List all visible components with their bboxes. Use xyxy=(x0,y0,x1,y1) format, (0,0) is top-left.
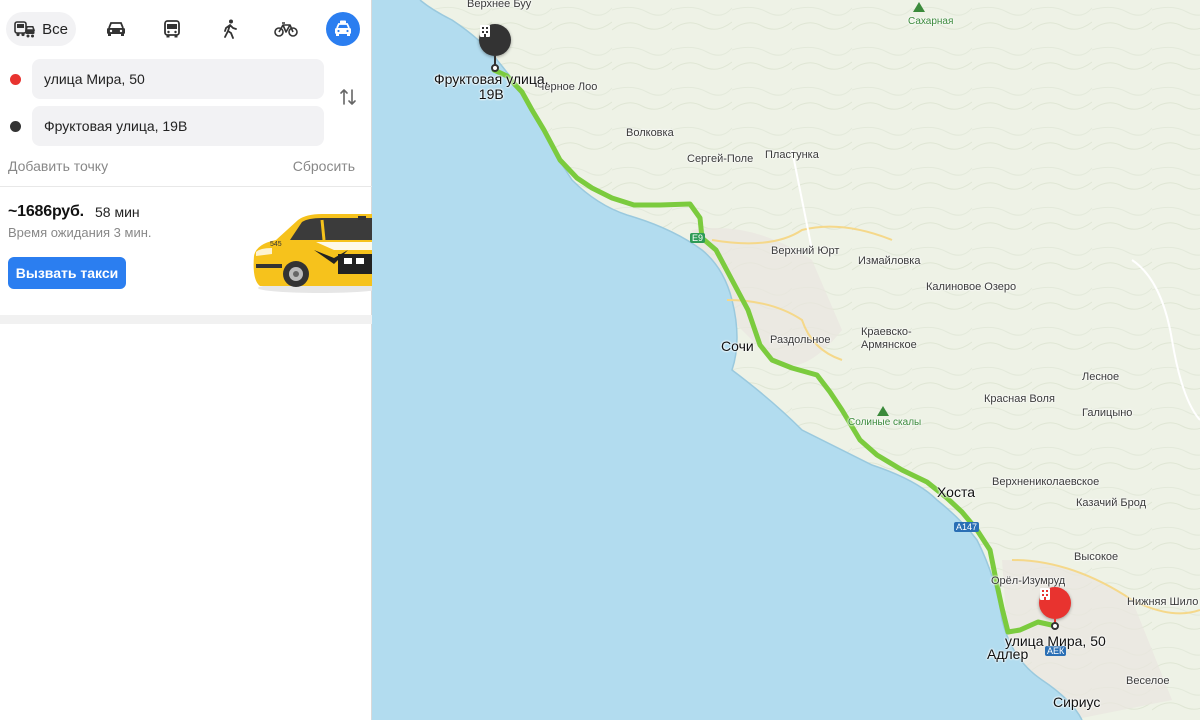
svg-text:545: 545 xyxy=(270,241,282,248)
reset-link[interactable]: Сбросить xyxy=(293,158,355,174)
map-canvas xyxy=(372,0,1200,720)
place-label: Пластунка xyxy=(765,149,819,161)
start-point-marker xyxy=(10,74,21,85)
end-point-dot xyxy=(1051,622,1059,630)
map-view[interactable]: Верхнее Буу Сахарная Черное Лоо Волковка… xyxy=(372,0,1200,720)
road-number-badge: А147 xyxy=(954,522,980,532)
city-label: Сочи xyxy=(721,338,754,354)
taxi-duration: 58 мин xyxy=(95,204,140,220)
swap-arrows-icon xyxy=(339,88,357,111)
place-label: Высокое xyxy=(1074,551,1119,563)
place-label: Сахарная xyxy=(908,16,954,27)
start-pin[interactable] xyxy=(479,24,511,56)
add-point-link[interactable]: Добавить точку xyxy=(8,158,108,174)
place-label: Солиные скалы xyxy=(848,417,922,428)
place-label: Лесное xyxy=(1082,371,1120,383)
mode-transit-button[interactable] xyxy=(154,12,190,46)
divider xyxy=(0,186,372,187)
place-label: Галицыно xyxy=(1082,407,1133,419)
start-address-label: Фруктовая улица, 19В xyxy=(434,72,549,102)
car-icon xyxy=(105,20,127,38)
place-label: Верхнениколаевское xyxy=(992,476,1100,488)
mode-taxi-button[interactable] xyxy=(326,12,360,46)
mixed-transport-icon xyxy=(14,20,36,38)
place-label: Армянское xyxy=(861,339,917,351)
start-address-line: 19В xyxy=(478,86,504,102)
mode-all-label: Все xyxy=(42,20,68,38)
swap-route-button[interactable] xyxy=(336,86,360,112)
place-label: Калиновое Озеро xyxy=(926,281,1017,293)
end-address-label: улица Мира, 50 xyxy=(1005,633,1106,649)
call-taxi-button[interactable]: Вызвать такси xyxy=(8,257,126,289)
mode-all-button[interactable]: Все xyxy=(6,12,76,46)
walk-icon xyxy=(222,19,238,39)
route-from-input[interactable] xyxy=(32,59,324,99)
mode-walk-button[interactable] xyxy=(212,12,248,46)
start-address-line: Фруктовая улица, xyxy=(434,71,549,87)
place-label: Раздольное xyxy=(770,334,831,346)
road-number-badge: E9 xyxy=(690,233,706,243)
place-label: Веселое xyxy=(1126,675,1170,687)
place-label: Верхнее Буу xyxy=(467,0,532,10)
mode-car-button[interactable] xyxy=(98,12,134,46)
taxi-icon xyxy=(333,20,353,38)
bus-icon xyxy=(162,19,182,39)
place-label: Красная Воля xyxy=(984,393,1055,405)
mode-bike-button[interactable] xyxy=(268,12,304,46)
transport-mode-bar: Все xyxy=(0,0,372,58)
place-label: Нижняя Шило xyxy=(1127,596,1199,608)
end-pin[interactable] xyxy=(1039,587,1071,619)
route-panel: Все улица Мира, 50 Фруктовая улица, 19В … xyxy=(0,0,382,720)
place-label: Измайловка xyxy=(858,255,921,267)
place-label: Орёл-Изумруд xyxy=(991,575,1066,587)
taxi-car-illustration: 545 xyxy=(250,206,382,296)
end-point-marker xyxy=(10,121,21,132)
city-label: Сириус xyxy=(1053,694,1101,710)
place-label: Сергей-Поле xyxy=(687,153,754,165)
place-label: Верхний Юрт xyxy=(771,245,840,257)
taxi-price: ~1686руб. xyxy=(8,203,84,220)
taxi-wait-time: Время ожидания 3 мин. xyxy=(8,225,152,240)
place-label: Волковка xyxy=(626,127,674,139)
place-label: Краевско- xyxy=(861,326,912,338)
city-label: Хоста xyxy=(937,484,976,500)
bike-icon xyxy=(274,20,298,38)
place-label: Казачий Брод xyxy=(1076,497,1147,509)
panel-separator xyxy=(0,315,372,324)
route-to-input[interactable] xyxy=(32,106,324,146)
